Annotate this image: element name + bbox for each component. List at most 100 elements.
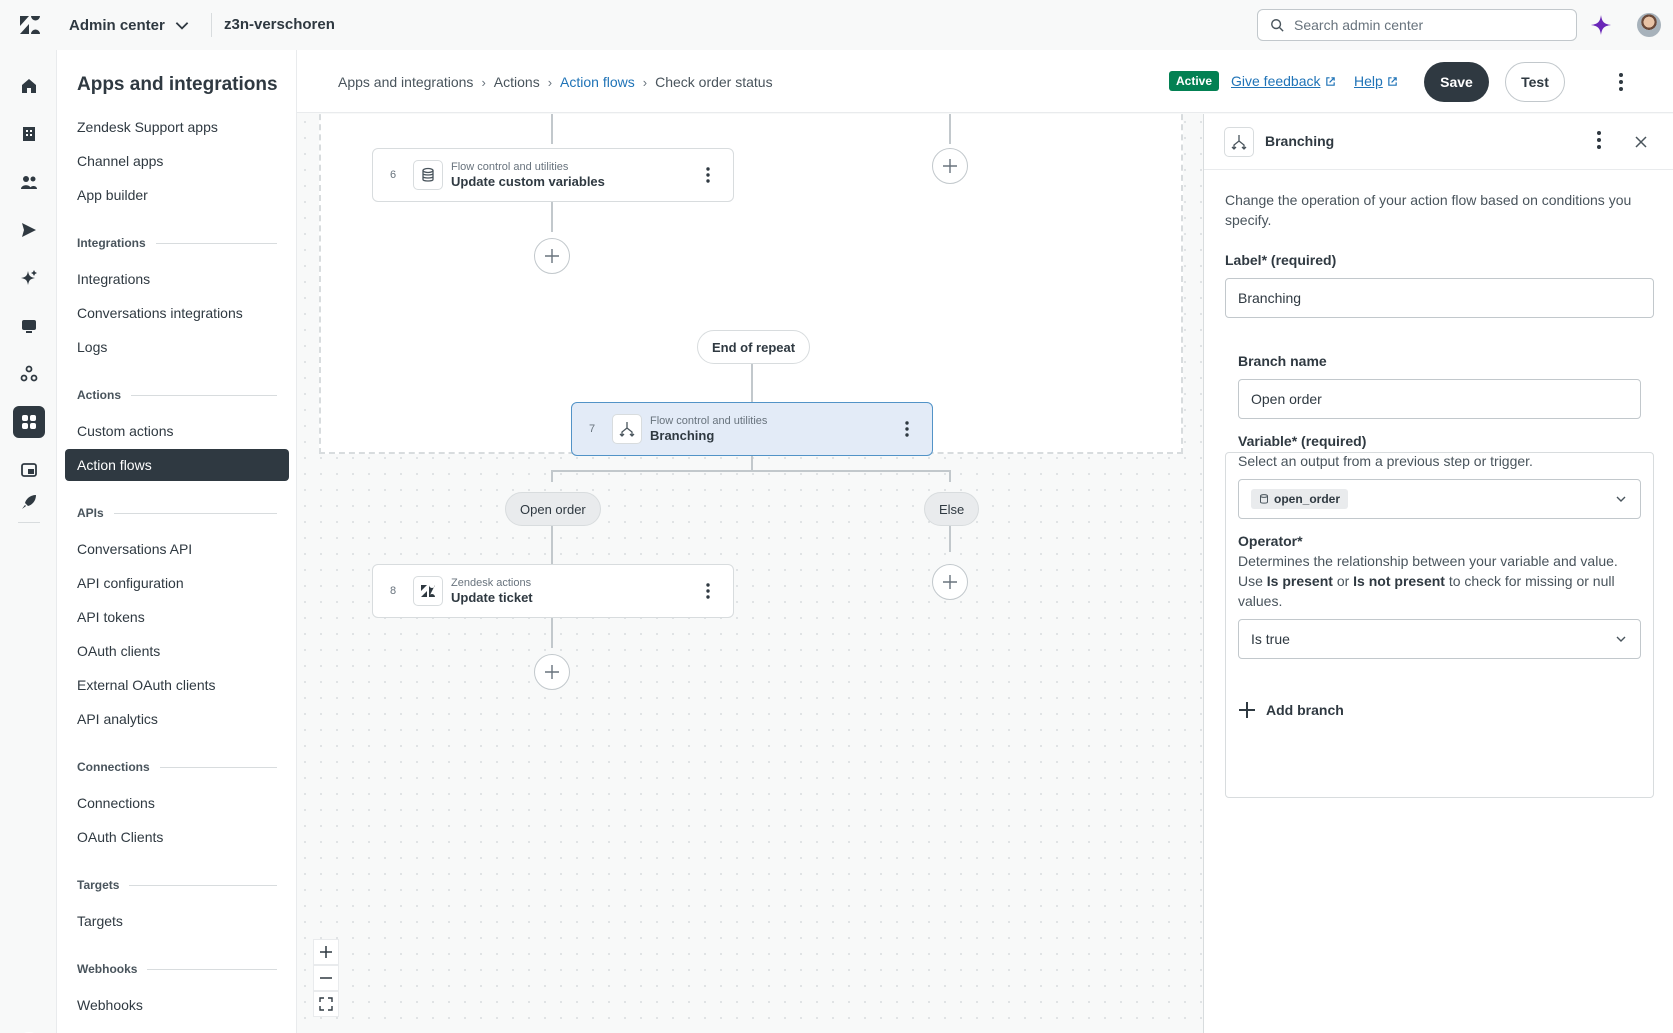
operator-label: Operator* <box>1238 533 1303 549</box>
save-button[interactable]: Save <box>1424 62 1489 102</box>
zoom-out-button[interactable] <box>313 965 339 991</box>
account-name: z3n-verschoren <box>224 16 335 33</box>
sidebar-item-oauth-clients-connections[interactable]: OAuth Clients <box>65 821 289 853</box>
sidebar-group-apis: APIs <box>77 506 277 520</box>
branch-label-else[interactable]: Else <box>924 492 980 526</box>
ai-sparkle-icon[interactable] <box>1590 14 1612 36</box>
user-avatar[interactable] <box>1637 13 1661 37</box>
connector <box>751 364 753 402</box>
sidebar-item-action-flows[interactable]: Action flows <box>65 449 289 481</box>
test-button[interactable]: Test <box>1505 62 1565 102</box>
sidebar-item-integrations[interactable]: Integrations <box>65 263 289 295</box>
product-switcher[interactable]: Admin center <box>69 16 191 34</box>
sidebar-item-api-configuration[interactable]: API configuration <box>65 567 289 599</box>
connector <box>551 114 553 144</box>
search-input[interactable] <box>1294 17 1564 33</box>
sidebar-item-zendesk-support-apps[interactable]: Zendesk Support apps <box>65 111 289 143</box>
step-menu-icon[interactable] <box>693 167 723 183</box>
step-menu-icon[interactable] <box>892 421 922 437</box>
send-icon[interactable] <box>13 214 45 246</box>
sidebar-item-connections[interactable]: Connections <box>65 787 289 819</box>
people-icon[interactable] <box>13 166 45 198</box>
sidebar-item-custom-actions[interactable]: Custom actions <box>65 415 289 447</box>
add-step-button[interactable] <box>534 654 570 690</box>
monitor-icon[interactable] <box>13 310 45 342</box>
sidebar-item-app-builder[interactable]: App builder <box>65 179 289 211</box>
breadcrumb-actions[interactable]: Actions <box>494 74 540 90</box>
flow-step-7[interactable]: 7 Flow control and utilities Branching <box>571 402 933 456</box>
sidebar-item-channel-apps[interactable]: Channel apps <box>65 145 289 177</box>
add-branch-button[interactable]: Add branch <box>1238 701 1344 719</box>
flow-canvas[interactable]: 6 Flow control and utilities Update custo… <box>297 114 1203 1033</box>
sidebar-title: Apps and integrations <box>77 74 278 95</box>
connector <box>949 526 951 552</box>
branch-name-label: Branch name <box>1238 353 1327 369</box>
fit-view-button[interactable] <box>313 991 339 1017</box>
variable-select[interactable]: open_order <box>1238 479 1641 519</box>
sidebar-item-external-oauth-clients[interactable]: External OAuth clients <box>65 669 289 701</box>
flow-step-8[interactable]: 8 Zendesk actions Update ticket <box>372 564 734 618</box>
breadcrumb-action-flows[interactable]: Action flows <box>560 74 635 90</box>
panel-header: Branching <box>1204 114 1673 170</box>
recycle-icon[interactable] <box>13 358 45 390</box>
help-link[interactable]: Help <box>1354 73 1398 89</box>
breadcrumb-apps-and-integrations[interactable]: Apps and integrations <box>338 74 473 90</box>
fullscreen-icon <box>319 997 333 1011</box>
database-icon <box>413 160 443 190</box>
sidebar-item-targets[interactable]: Targets <box>65 905 289 937</box>
product-name: Admin center <box>69 16 165 34</box>
close-icon[interactable] <box>1632 133 1650 151</box>
chevron-down-icon <box>175 22 189 30</box>
step-menu-icon[interactable] <box>693 583 723 599</box>
database-card-icon[interactable] <box>13 454 45 486</box>
sidebar-item-conversations-api[interactable]: Conversations API <box>65 533 289 565</box>
step-category: Flow control and utilities <box>650 415 768 427</box>
add-step-button[interactable] <box>932 564 968 600</box>
sidebar-item-conversations-integrations[interactable]: Conversations integrations <box>65 297 289 329</box>
variable-label: Variable* (required) <box>1238 433 1367 449</box>
step-name: Branching <box>650 428 715 443</box>
connector <box>551 526 553 564</box>
rocket-icon[interactable] <box>13 486 45 518</box>
plus-icon <box>1239 702 1255 718</box>
branch-icon <box>1224 127 1254 157</box>
connector <box>949 470 951 482</box>
chevron-down-icon <box>1616 636 1626 642</box>
database-icon <box>1260 494 1268 504</box>
label-input[interactable] <box>1225 278 1654 318</box>
sidebar-item-oauth-clients[interactable]: OAuth clients <box>65 635 289 667</box>
external-link-icon <box>1388 76 1397 86</box>
operator-select[interactable]: Is true <box>1238 619 1641 659</box>
sidebar-item-webhooks[interactable]: Webhooks <box>65 989 289 1021</box>
sparkle-icon[interactable] <box>13 262 45 294</box>
give-feedback-link[interactable]: Give feedback <box>1231 73 1336 89</box>
add-step-button[interactable] <box>932 148 968 184</box>
building-icon[interactable] <box>13 118 45 150</box>
branch-label-open-order[interactable]: Open order <box>505 492 601 526</box>
zendesk-logo-icon[interactable] <box>18 14 42 36</box>
add-step-button[interactable] <box>534 238 570 274</box>
sidebar-item-api-tokens[interactable]: API tokens <box>65 601 289 633</box>
breadcrumb-current: Check order status <box>655 74 773 90</box>
plus-icon <box>545 249 559 263</box>
external-link-icon <box>1325 76 1335 86</box>
search-box[interactable] <box>1257 9 1577 41</box>
breadcrumb: Apps and integrations › Actions › Action… <box>338 74 773 90</box>
branch-icon <box>612 414 642 444</box>
zoom-in-button[interactable] <box>313 939 339 965</box>
home-icon[interactable] <box>13 70 45 102</box>
connector <box>551 470 553 482</box>
more-options-icon[interactable] <box>1609 70 1633 94</box>
panel-description: Change the operation of your action flow… <box>1225 192 1632 228</box>
sidebar-item-api-analytics[interactable]: API analytics <box>65 703 289 735</box>
flow-step-6[interactable]: 6 Flow control and utilities Update custo… <box>372 148 734 202</box>
step-number: 7 <box>588 423 596 435</box>
connector <box>551 618 553 648</box>
apps-grid-icon[interactable] <box>13 406 45 438</box>
panel-menu-icon[interactable] <box>1589 131 1609 153</box>
sidebar-item-logs[interactable]: Logs <box>65 331 289 363</box>
search-icon <box>1271 19 1284 32</box>
connector <box>551 202 553 232</box>
sidebar-group-webhooks: Webhooks <box>77 962 277 976</box>
branch-name-input[interactable] <box>1238 379 1641 419</box>
